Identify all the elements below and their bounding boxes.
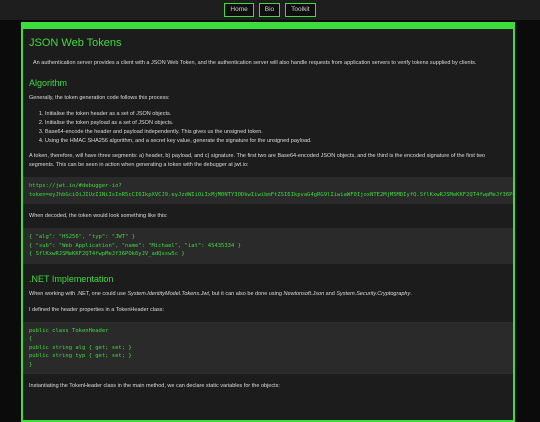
nav-home-button[interactable]: Home	[224, 3, 254, 17]
net-newtonsoft-namespace: Newtonsoft.Json	[283, 290, 325, 297]
algorithm-steps: Initialise the token header as a set of …	[29, 110, 507, 146]
decoded-token-code-block: { "alg": "HS256", "typ": "JWT" } { "sub"…	[23, 228, 513, 264]
list-item: Using the HMAC SHA256 algorithm, and a s…	[45, 137, 507, 146]
list-item: Initialise the token header as a set of …	[45, 110, 507, 119]
jwt-url-code-block: https://jwt.io/#debugger-io? token=eyJhb…	[23, 177, 513, 204]
net-text-a: When working with .NET, one could use	[29, 290, 128, 297]
algorithm-heading: Algorithm	[29, 78, 68, 88]
decoded-lead: When decoded, the token would look somet…	[29, 213, 168, 219]
algorithm-lead: Generally, the token generation code fol…	[29, 95, 170, 101]
net-paragraph: When working with .NET, one could use Sy…	[29, 290, 507, 299]
token-header-class-code-block: public class TokenHeader { public string…	[23, 321, 513, 374]
segments-paragraph: A token, therefore, will have three segm…	[29, 153, 486, 168]
article-panel: JSON Web Tokens An authentication server…	[21, 22, 515, 422]
list-item: Base64-encode the header and payload ind…	[45, 128, 507, 137]
list-item: Initialise the token payload as a set of…	[45, 119, 507, 128]
net-cryptography-namespace: System.Security.Cryptography	[336, 290, 411, 297]
article-content: JSON Web Tokens An authentication server…	[23, 29, 513, 391]
net-jwt-namespace: System.IdentityModel.Tokens.Jwt	[127, 290, 209, 297]
net-text-d: .	[410, 290, 412, 297]
net-text-b: , but it can also be done using	[208, 290, 284, 297]
intro-paragraph: An authentication server provides a clie…	[33, 60, 477, 66]
header-class-paragraph: I defined the header properties in a Tok…	[29, 306, 165, 313]
nav-bio-button[interactable]: Bio	[258, 3, 281, 17]
top-navigation: Home Bio Toolkit	[0, 0, 540, 20]
nav-toolkit-button[interactable]: Toolkit	[285, 3, 316, 17]
net-text-c: and	[324, 290, 337, 297]
page-title: JSON Web Tokens	[29, 37, 122, 49]
net-heading: .NET Implementation	[29, 273, 114, 284]
instantiation-paragraph: Instantiating the TokenHeader class in t…	[29, 383, 280, 389]
